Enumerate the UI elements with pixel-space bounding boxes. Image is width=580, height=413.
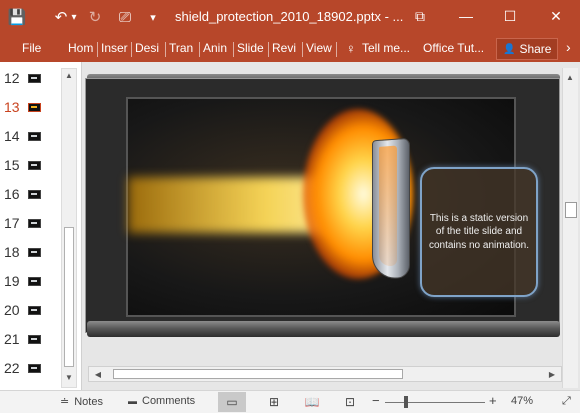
window-title: shield_protection_2010_18902.pptx - ... [175, 9, 404, 24]
slide-number: 20 [4, 302, 20, 318]
slide-thumbnail-image [28, 103, 41, 112]
zoom-slider-track[interactable] [385, 402, 485, 403]
slide-thumbnail-image [28, 306, 41, 315]
slide-thumbnail[interactable]: 18 [0, 240, 60, 269]
ribbon-expand-icon[interactable]: › [566, 39, 571, 55]
normal-view-icon[interactable]: ▭ [218, 392, 246, 412]
tab-slide-show[interactable]: Slide [237, 41, 266, 55]
account-name[interactable]: Office Tut... [423, 41, 484, 55]
scroll-up-icon[interactable]: ▲ [65, 71, 73, 80]
slide-thumbnail[interactable]: 13 [0, 95, 60, 124]
redo-icon[interactable]: ↻ [84, 6, 106, 28]
maximize-button[interactable]: ☐ [488, 0, 532, 32]
scroll-up-icon[interactable]: ▲ [563, 70, 577, 84]
slide-number: 12 [4, 70, 20, 86]
comments-button[interactable]: ▬ Comments [128, 395, 195, 407]
ribbon-tabs: File Hom Inser Desi Tran Anin Slide Revi… [0, 36, 580, 62]
tab-review[interactable]: Revi [272, 41, 300, 55]
tell-me-search[interactable]: Tell me... [362, 41, 410, 55]
status-bar: ≐ Notes ▬ Comments ▭ ⊞ 📖 ⊡ − + 47% ⤢ [0, 390, 580, 413]
scroll-right-icon[interactable]: ▶ [545, 367, 559, 381]
notes-label: Notes [74, 395, 103, 408]
zoom-in-button[interactable]: + [489, 393, 497, 408]
comment-icon: ▬ [128, 396, 137, 406]
slide-thumbnail[interactable]: 17 [0, 211, 60, 240]
present-from-beginning-icon[interactable]: ⎚ [114, 6, 136, 28]
slide-thumbnail-image [28, 74, 41, 83]
slide-thumbnail[interactable]: 15 [0, 153, 60, 182]
notes-button[interactable]: ≐ Notes [60, 395, 103, 409]
slide-number: 18 [4, 244, 20, 260]
tab-transitions[interactable]: Tran [169, 41, 196, 55]
share-button[interactable]: 👤 Share [496, 38, 558, 60]
slide-thumbnail[interactable]: 21 [0, 327, 60, 356]
minimize-button[interactable]: — [444, 0, 488, 32]
zoom-out-button[interactable]: − [372, 393, 380, 408]
fit-slide-icon[interactable]: ⤢ [562, 395, 571, 408]
slide-thumbnail-image [28, 132, 41, 141]
tab-insert[interactable]: Inser [101, 41, 129, 55]
undo-dropdown-icon[interactable]: ▾ [68, 6, 80, 28]
slide-number: 15 [4, 157, 20, 173]
scroll-down-icon[interactable]: ▼ [65, 373, 73, 382]
zoom-slider-thumb[interactable] [404, 396, 408, 408]
reading-view-icon[interactable]: 📖 [298, 392, 326, 412]
current-slide[interactable]: This is a static version of the title sl… [85, 78, 560, 333]
slide-sorter-icon[interactable]: ⊞ [260, 392, 288, 412]
lightbulb-icon: ♀ [346, 41, 356, 56]
slide-thumbnail[interactable]: 12 [0, 66, 60, 95]
slide-thumbnail-image [28, 335, 41, 344]
tab-file[interactable]: File [22, 41, 41, 55]
zoom-level[interactable]: 47% [511, 395, 533, 407]
slide-show-icon[interactable]: ⊡ [336, 392, 364, 412]
slide-number: 19 [4, 273, 20, 289]
share-label: Share [519, 42, 552, 56]
slide-number: 16 [4, 186, 20, 202]
person-icon: 👤 [503, 43, 516, 55]
slide-thumbnail[interactable]: 19 [0, 269, 60, 298]
slide-number: 17 [4, 215, 20, 231]
scroll-left-icon[interactable]: ◀ [91, 367, 105, 381]
slide-background-panel: This is a static version of the title sl… [126, 97, 538, 317]
slide-thumbnail-image [28, 190, 41, 199]
shield-image [372, 137, 410, 281]
title-bar: 💾 ↶ ▾ ↻ ⎚ ▾ shield_protection_2010_18902… [0, 0, 580, 36]
thumbnail-scroll-thumb[interactable] [64, 227, 74, 367]
close-button[interactable]: ✕ [534, 0, 578, 32]
tab-view[interactable]: View [306, 41, 334, 55]
slide-scroll-thumb[interactable] [565, 202, 577, 218]
horizontal-scroll-thumb[interactable] [113, 369, 403, 379]
comments-label: Comments [142, 395, 196, 407]
slide-thumbnail-image [28, 277, 41, 286]
slide-thumbnail[interactable]: 16 [0, 182, 60, 211]
save-icon[interactable]: 💾 [6, 6, 28, 28]
slide-text-box[interactable]: This is a static version of the title sl… [420, 167, 538, 297]
customize-toolbar-icon[interactable]: ▾ [142, 6, 164, 28]
slide-number: 14 [4, 128, 20, 144]
decorative-bottom-bar [87, 321, 560, 337]
slide-text: This is a static version of the title sl… [428, 212, 530, 251]
powerpoint-window: 💾 ↶ ▾ ↻ ⎚ ▾ shield_protection_2010_18902… [0, 0, 580, 413]
slide-thumbnail[interactable]: 20 [0, 298, 60, 327]
tab-animations[interactable]: Anin [203, 41, 230, 55]
slide-vertical-scrollbar[interactable]: ▲ [562, 68, 578, 388]
slide-horizontal-scrollbar[interactable]: ◀ ▶ [88, 366, 562, 382]
slide-thumbnail[interactable]: 14 [0, 124, 60, 153]
tab-home[interactable]: Hom [68, 41, 95, 55]
slide-number: 13 [4, 99, 20, 115]
slide-thumbnail[interactable]: 22 [0, 356, 60, 385]
slide-number: 22 [4, 360, 20, 376]
notes-icon: ≐ [60, 396, 70, 408]
thumbnail-scrollbar[interactable]: ▲ ▼ [61, 68, 77, 388]
slide-thumbnail-image [28, 161, 41, 170]
slide-number: 21 [4, 331, 20, 347]
slide-thumbnail-image [28, 364, 41, 373]
ribbon-display-options-icon[interactable]: ⧉ [398, 0, 442, 32]
slide-thumbnail-image [28, 248, 41, 257]
slide-thumbnail-image [28, 219, 41, 228]
tab-design[interactable]: Desi [135, 41, 162, 55]
